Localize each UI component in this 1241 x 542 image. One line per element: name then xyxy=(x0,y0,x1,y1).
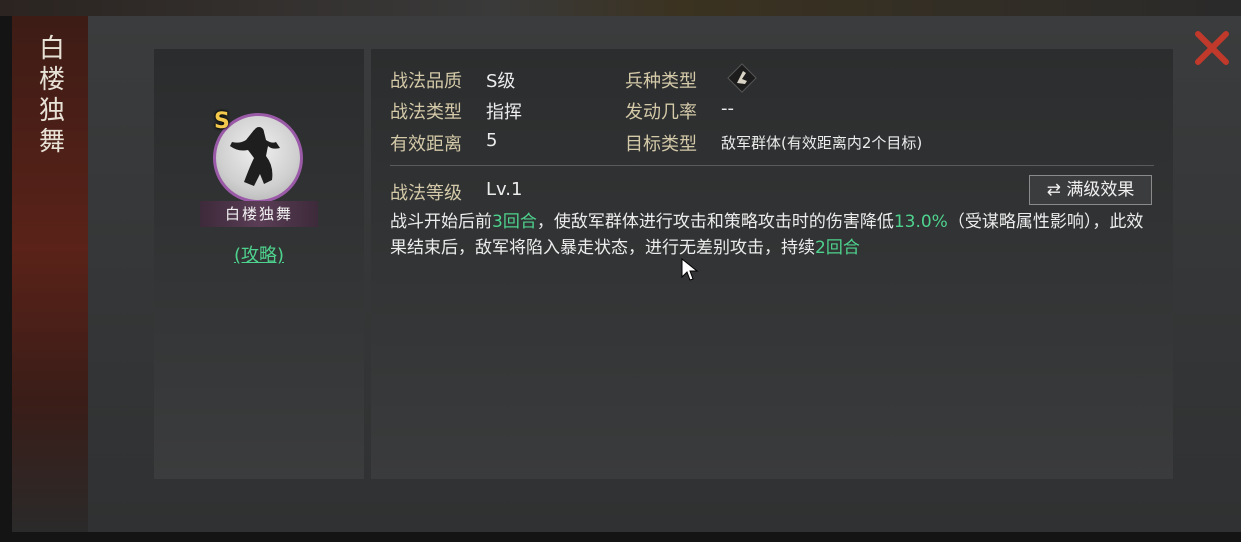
skill-portrait-panel: S 白楼独舞 (攻略) xyxy=(154,49,364,479)
type-value: 指挥 xyxy=(486,102,522,123)
highlight-duration: 2回合 xyxy=(815,238,860,258)
skill-info-panel: 战法品质 S级 战法类型 指挥 有效距离 5 兵种类型 发动几率 -- 目标类型… xyxy=(371,49,1173,479)
mouse-cursor-icon xyxy=(681,258,699,281)
title-banner: 白楼独舞 xyxy=(12,16,88,532)
guide-link[interactable]: (攻略) xyxy=(154,241,364,267)
troop-type-label: 兵种类型 xyxy=(625,71,697,92)
troop-type-icon xyxy=(727,63,757,93)
level-label: 战法等级 xyxy=(390,183,462,204)
rate-label: 发动几率 xyxy=(625,102,697,123)
level-value: Lv.1 xyxy=(486,179,523,200)
skill-description: 战斗开始后前3回合，使敌军群体进行攻击和策略攻击时的伤害降低13.0%（受谋略属… xyxy=(390,212,1144,258)
divider xyxy=(390,165,1154,166)
grade-badge: S xyxy=(214,109,230,134)
max-effect-button[interactable]: ⇄ 满级效果 xyxy=(1029,175,1152,205)
quality-label: 战法品质 xyxy=(390,71,462,92)
skill-detail-dialog: 白楼独舞 S 白楼独舞 (攻略) 战法品质 S级 战法类型 指挥 有效距离 5 … xyxy=(12,16,1241,532)
skill-title-vertical: 白楼独舞 xyxy=(38,34,65,157)
quality-value: S级 xyxy=(486,71,516,92)
rate-value: -- xyxy=(721,98,734,119)
background-strip xyxy=(0,0,1241,16)
skill-name-ribbon: 白楼独舞 xyxy=(200,201,318,227)
type-label: 战法类型 xyxy=(390,102,462,123)
range-label: 有效距离 xyxy=(390,134,462,155)
max-effect-label: 满级效果 xyxy=(1066,180,1135,200)
highlight-percent: 13.0% xyxy=(893,212,948,232)
close-icon[interactable] xyxy=(1192,28,1232,68)
range-value: 5 xyxy=(486,130,498,151)
swap-arrows-icon: ⇄ xyxy=(1046,180,1061,200)
target-value: 敌军群体(有效距离内2个目标) xyxy=(721,134,923,152)
highlight-rounds: 3回合 xyxy=(492,212,537,232)
target-label: 目标类型 xyxy=(625,134,697,155)
